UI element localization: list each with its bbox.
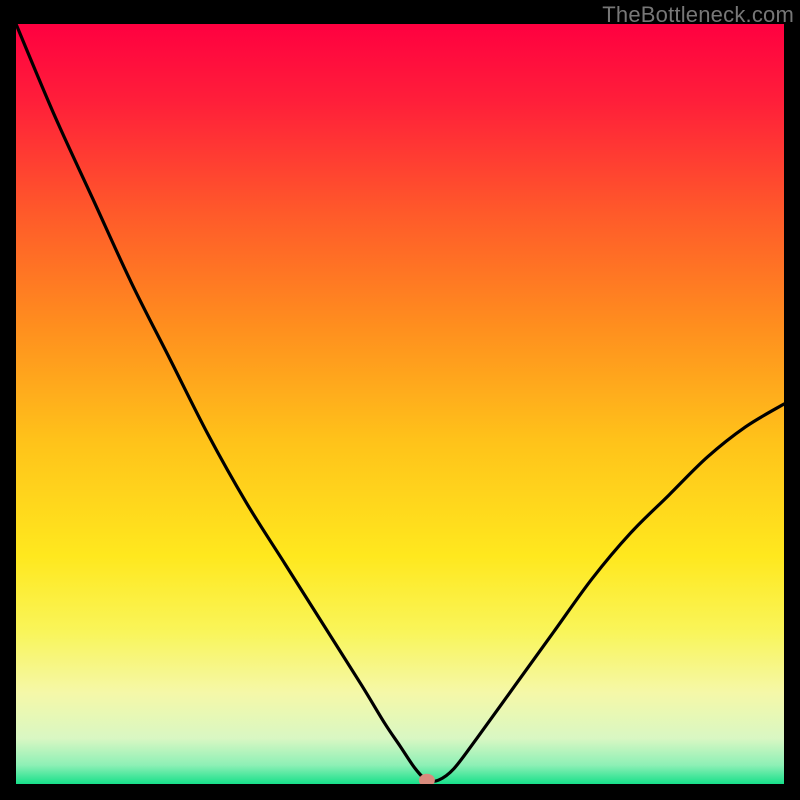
chart-svg [16,24,784,784]
chart-container: TheBottleneck.com [0,0,800,800]
gradient-background [16,24,784,784]
watermark-text: TheBottleneck.com [602,2,794,28]
plot-area [16,24,784,784]
